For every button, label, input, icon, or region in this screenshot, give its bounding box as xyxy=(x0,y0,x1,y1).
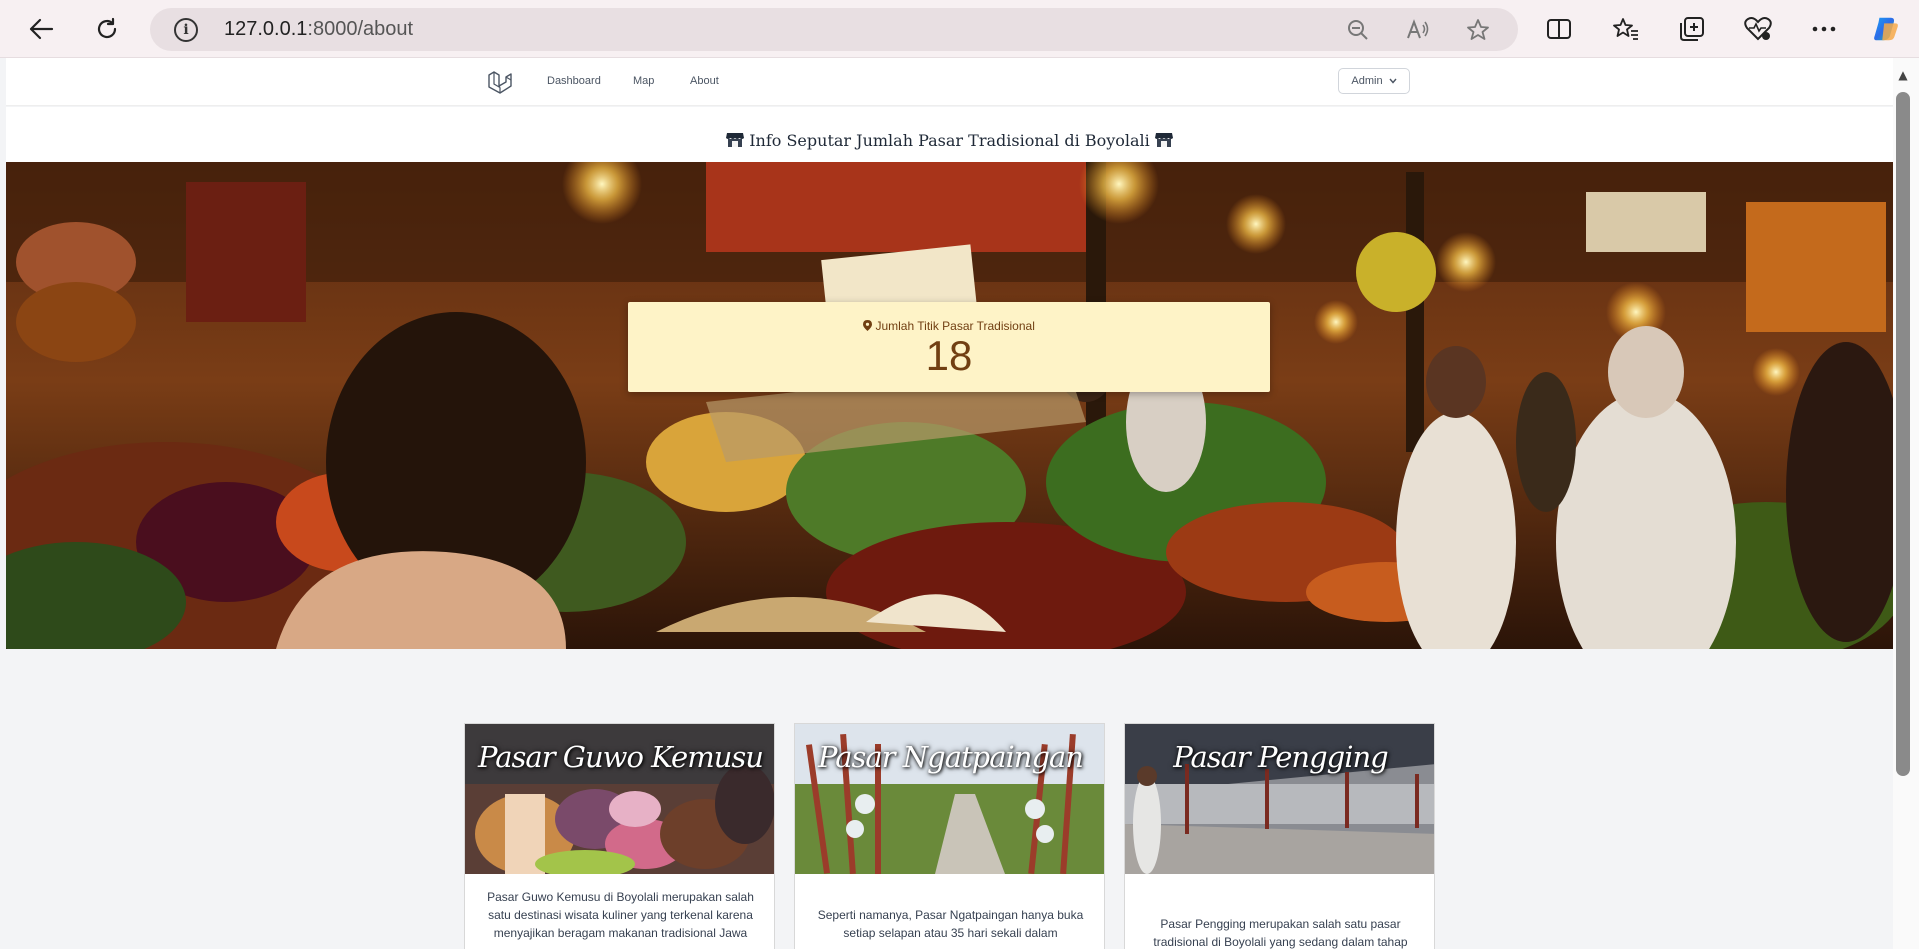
user-menu-label: Admin xyxy=(1351,75,1383,87)
card-text-line: Pasar Guwo Kemusu di Boyolali merupakan … xyxy=(487,890,754,904)
card-text-line: satu destinasi wisata kuliner yang terke… xyxy=(488,908,753,922)
card-image: Pasar Ngatpaingan xyxy=(795,724,1104,874)
browser-toolbar: i 127.0.0.1:8000/about xyxy=(0,0,1919,58)
nav-link-about[interactable]: About xyxy=(690,75,719,87)
browser-essentials-icon[interactable] xyxy=(1743,14,1773,44)
address-bar[interactable]: i 127.0.0.1:8000/about xyxy=(150,8,1518,51)
scroll-up-icon[interactable]: ▲ xyxy=(1896,68,1910,82)
collections-icon[interactable] xyxy=(1677,14,1707,44)
card-text-line: Pasar Pengging merupakan salah satu pasa… xyxy=(1160,917,1401,931)
nav-link-dashboard[interactable]: Dashboard xyxy=(547,75,601,87)
stat-value: 18 xyxy=(925,332,973,379)
card-description: Pasar Pengging merupakan salah satu pasa… xyxy=(1143,915,1418,949)
page-viewport: Dashboard Map About Admin Info Seputar J… xyxy=(6,58,1893,949)
stat-card: Jumlah Titik Pasar Tradisional 18 xyxy=(628,302,1270,392)
market-card-guwo-kemusu[interactable]: Pasar Guwo Kemusu Pasar Guwo Kemusu di B… xyxy=(464,723,775,949)
laravel-logo-icon[interactable] xyxy=(487,70,513,96)
card-text-line: menyajikan beragam makanan tradisional J… xyxy=(493,926,748,940)
card-text-line: Seperti namanya, Pasar Ngatpaingan hanya… xyxy=(817,908,1084,922)
market-photo xyxy=(6,162,1893,649)
scrollbar-thumb[interactable] xyxy=(1896,92,1910,776)
map-marker-icon xyxy=(863,320,873,331)
card-title: Pasar Guwo Kemusu xyxy=(478,740,764,774)
app-navbar: Dashboard Map About Admin xyxy=(6,58,1893,106)
user-menu-button[interactable]: Admin xyxy=(1338,68,1410,94)
reload-icon[interactable] xyxy=(90,12,124,46)
chevron-down-icon xyxy=(1389,78,1397,84)
nav-link-map[interactable]: Map xyxy=(633,75,654,87)
card-title: Pasar Pengging xyxy=(1173,740,1388,774)
favorite-star-icon[interactable] xyxy=(1466,18,1490,42)
copilot-icon[interactable] xyxy=(1871,14,1901,44)
split-screen-icon[interactable] xyxy=(1544,14,1574,44)
card-description: Pasar Guwo Kemusu di Boyolali merupakan … xyxy=(483,888,758,942)
market-card-pengging[interactable]: Pasar Pengging Pasar Pengging merupakan … xyxy=(1124,723,1435,949)
hero-market-image: Jumlah Titik Pasar Tradisional 18 xyxy=(6,162,1893,649)
shop-icon xyxy=(1154,133,1173,147)
card-title: Pasar Ngatpaingan xyxy=(818,740,1084,774)
market-card-ngatpaingan[interactable]: Pasar Ngatpaingan Seperti namanya, Pasar… xyxy=(794,723,1105,949)
stat-label-row: Jumlah Titik Pasar Tradisional xyxy=(628,319,1270,333)
card-text-line: setiap selapan atau 35 hari sekali dalam xyxy=(843,926,1058,940)
shop-icon xyxy=(726,133,745,147)
card-image: Pasar Pengging xyxy=(1125,724,1434,874)
back-icon[interactable] xyxy=(24,12,58,46)
zoom-out-icon[interactable] xyxy=(1346,18,1370,42)
stat-label: Jumlah Titik Pasar Tradisional xyxy=(875,319,1035,333)
card-description: Seperti namanya, Pasar Ngatpaingan hanya… xyxy=(813,906,1088,942)
favorites-icon[interactable] xyxy=(1611,14,1641,44)
more-menu-icon[interactable] xyxy=(1809,14,1839,44)
page-title-row: Info Seputar Jumlah Pasar Tradisional di… xyxy=(6,131,1893,150)
read-aloud-icon[interactable] xyxy=(1406,18,1430,42)
card-image: Pasar Guwo Kemusu xyxy=(465,724,774,874)
site-info-icon[interactable]: i xyxy=(174,18,198,42)
page-title: Info Seputar Jumlah Pasar Tradisional di… xyxy=(749,131,1150,150)
card-text-line: tradisional di Boyolali yang sedang dala… xyxy=(1153,935,1408,949)
url-text: 127.0.0.1:8000/about xyxy=(224,18,414,40)
